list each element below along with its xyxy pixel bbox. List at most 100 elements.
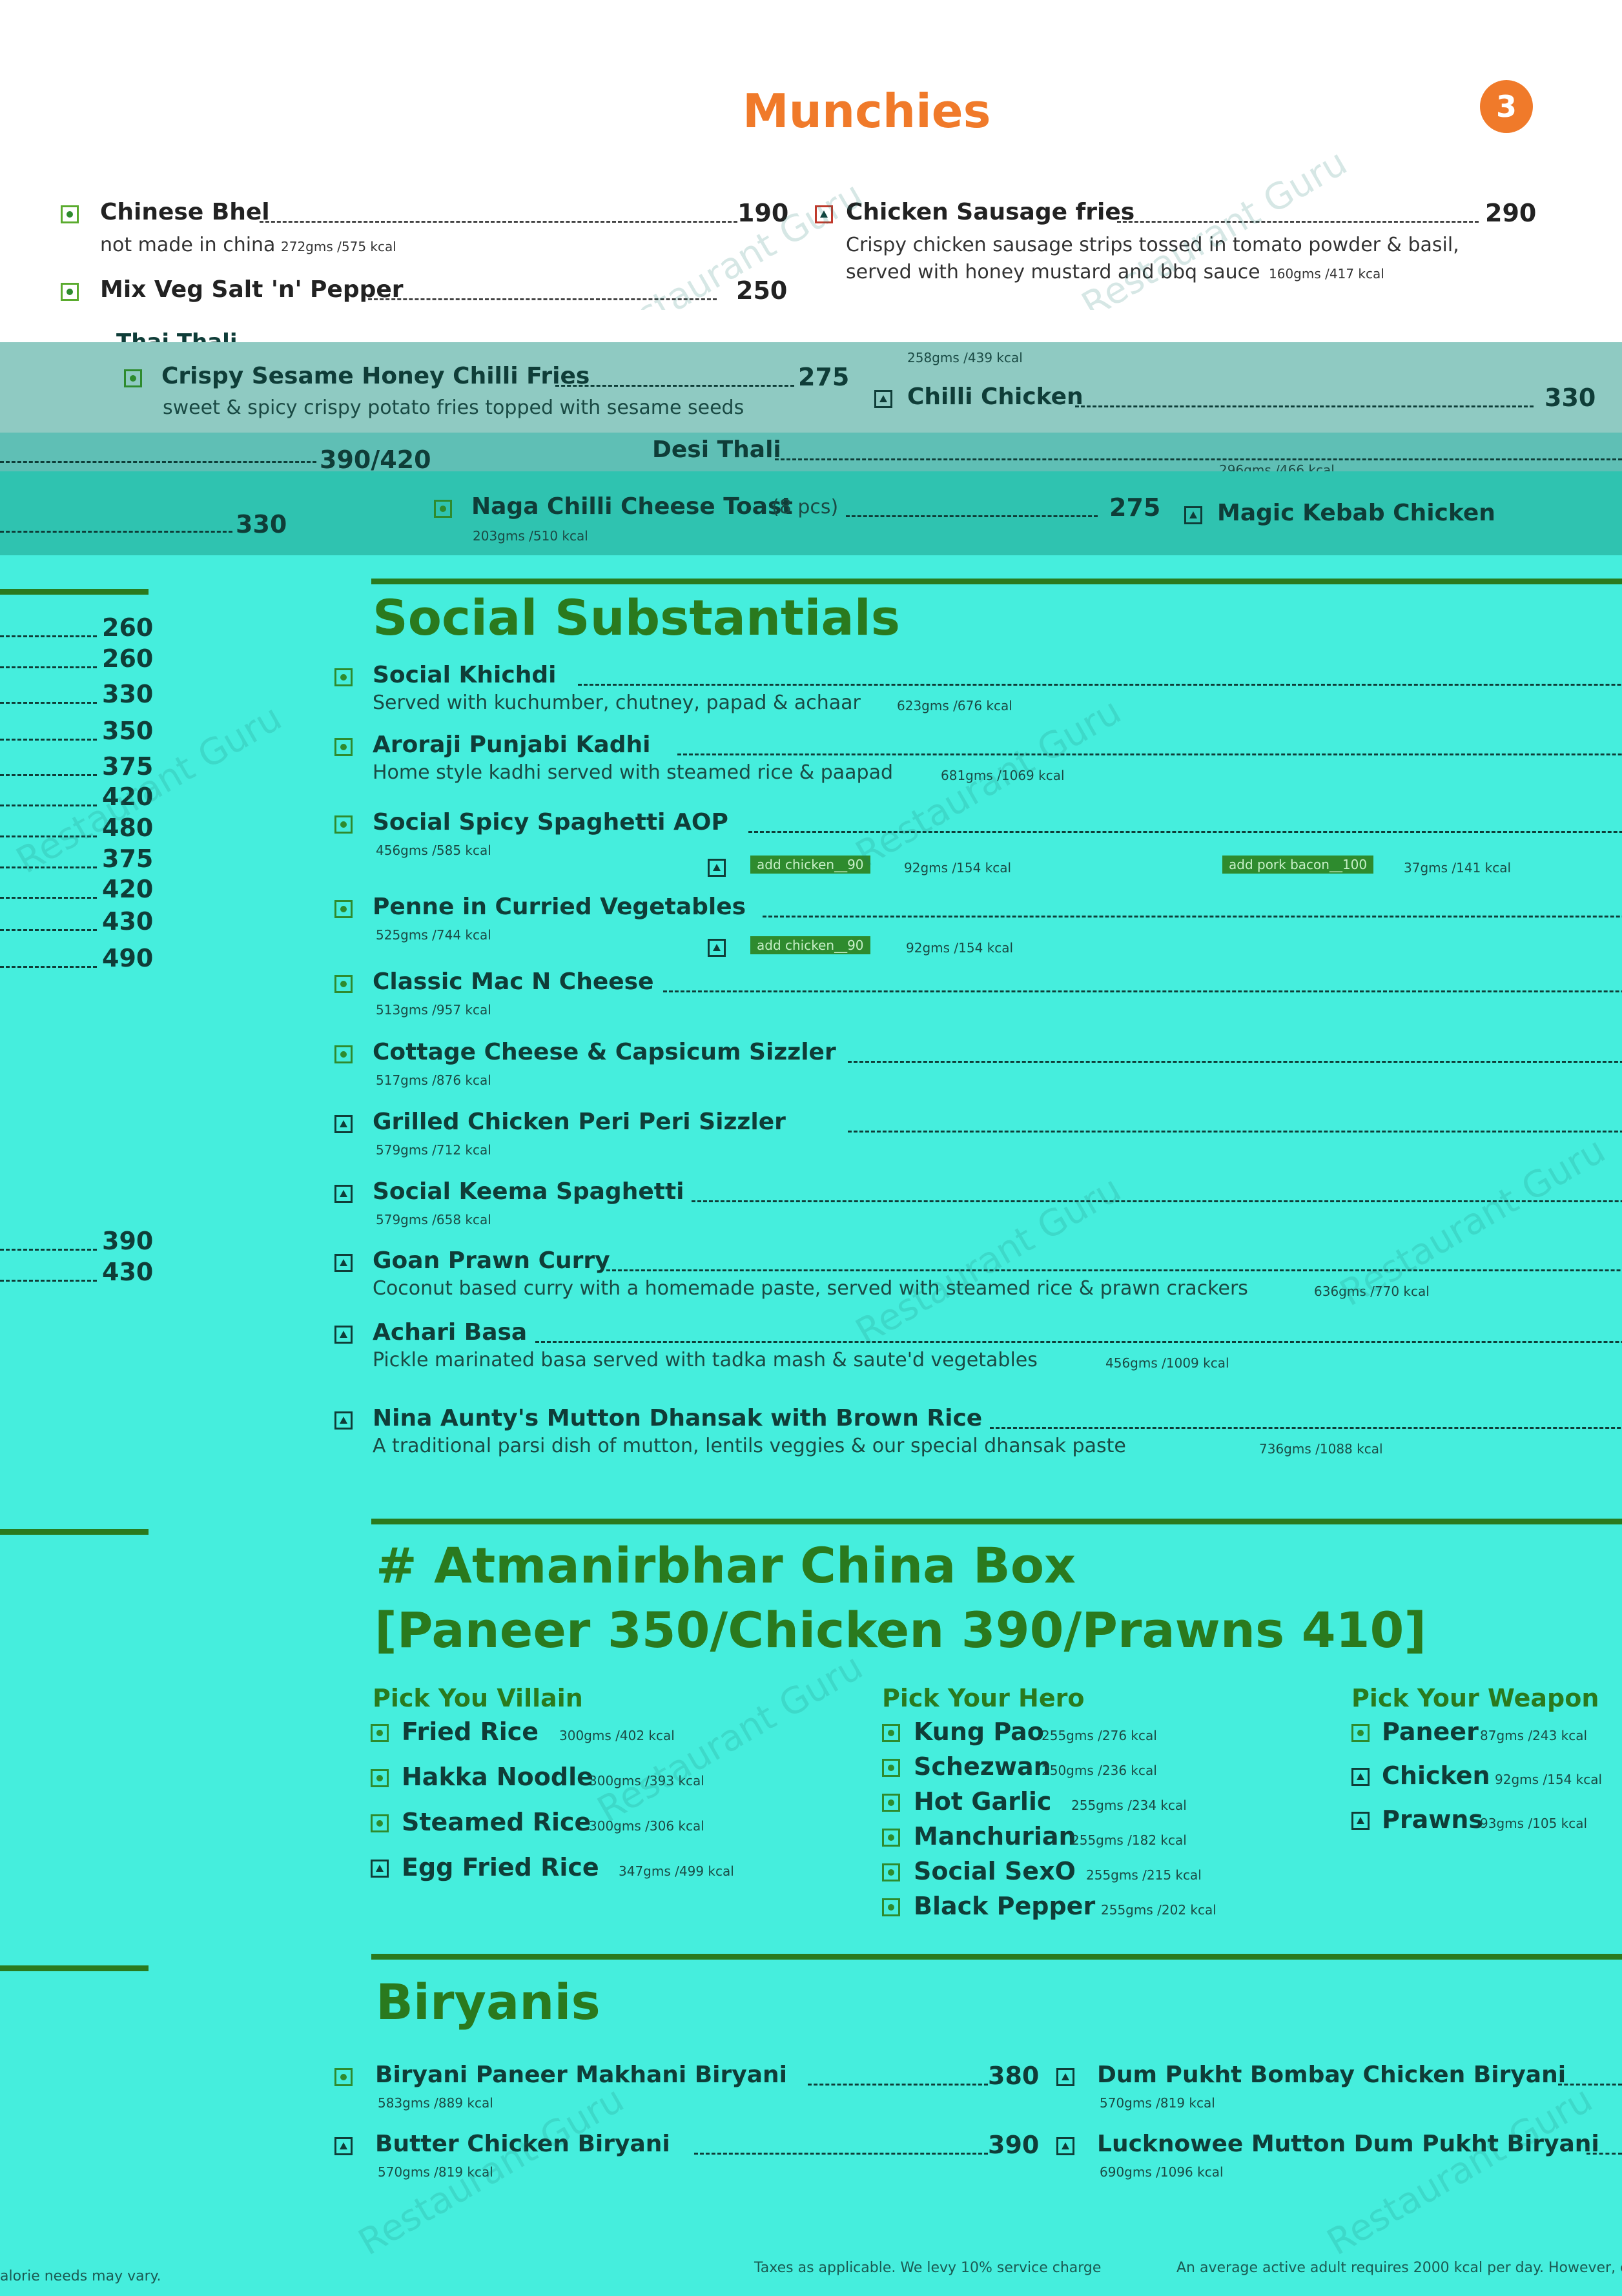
dot-leader bbox=[0, 929, 97, 931]
section-title-biryanis: Biryanis bbox=[376, 1973, 601, 2031]
china-villain-name: Egg Fried Rice bbox=[402, 1853, 599, 1881]
addon-calories: 92gms /154 kcal bbox=[906, 940, 1014, 956]
menu-item-price: 330 bbox=[102, 680, 154, 708]
menu-item-name: Cottage Cheese & Capsicum Sizzler bbox=[373, 1039, 836, 1065]
menu-item-calories: 579gms /658 kcal bbox=[376, 1212, 491, 1227]
non-veg-icon bbox=[1184, 506, 1202, 524]
menu-item-price: 330 bbox=[236, 510, 287, 538]
section-divider bbox=[371, 1519, 1622, 1524]
menu-item-calories: 623gms /676 kcal bbox=[897, 698, 1012, 713]
menu-item-name: Nina Aunty's Mutton Dhansak with Brown R… bbox=[373, 1405, 983, 1431]
non-veg-icon bbox=[334, 1326, 353, 1344]
scramble-strip: Naga Chilli Cheese Toast (8 pcs) 275 Mag… bbox=[0, 471, 1622, 555]
non-veg-icon bbox=[1056, 2137, 1074, 2155]
veg-icon bbox=[434, 500, 452, 518]
menu-item-price: 490 bbox=[102, 944, 154, 972]
menu-item-calories: 525gms /744 kcal bbox=[376, 927, 491, 943]
non-veg-icon bbox=[708, 859, 726, 877]
section-divider bbox=[0, 589, 149, 595]
veg-icon bbox=[1351, 1724, 1370, 1742]
scramble-strip: Crispy Sesame Honey Chilli Fries 275 swe… bbox=[0, 342, 1622, 446]
menu-item-calories: 517gms /876 kcal bbox=[376, 1072, 491, 1088]
menu-item-calories: 93gms /105 kcal bbox=[1480, 1816, 1588, 1831]
menu-item-price: 390/420 bbox=[320, 446, 431, 471]
menu-item-desc: Pickle marinated basa served with tadka … bbox=[373, 1349, 1038, 1371]
menu-item-price: 420 bbox=[102, 875, 154, 903]
menu-item-calories: 255gms /276 kcal bbox=[1042, 1728, 1157, 1743]
menu-item-desc: not made in china bbox=[100, 234, 276, 256]
non-veg-icon bbox=[334, 1115, 353, 1133]
non-veg-icon bbox=[874, 390, 892, 408]
dot-leader bbox=[1586, 2153, 1622, 2155]
dot-leader bbox=[848, 1061, 1622, 1063]
dot-leader bbox=[0, 635, 97, 637]
china-hero-name: Schezwan bbox=[914, 1752, 1051, 1781]
non-veg-icon bbox=[334, 2137, 353, 2155]
dot-leader bbox=[677, 753, 1622, 755]
menu-item-name: Dum Pukht Bombay Chicken Biryani bbox=[1097, 2062, 1566, 2088]
watermark: Restaurant Guru bbox=[1074, 141, 1355, 310]
non-veg-icon bbox=[1351, 1812, 1370, 1830]
dot-leader bbox=[0, 531, 232, 533]
dot-leader bbox=[694, 2153, 988, 2155]
menu-item-calories: 203gms /510 kcal bbox=[473, 528, 588, 544]
menu-item-calories: 300gms /402 kcal bbox=[559, 1728, 675, 1743]
veg-icon bbox=[882, 1759, 900, 1777]
menu-item-price: 330 bbox=[1545, 384, 1596, 412]
section-divider bbox=[371, 1954, 1622, 1960]
addon-calories: 92gms /154 kcal bbox=[904, 860, 1012, 876]
scrambled-band: Thai Thali Crispy Sesame Honey Chilli Fr… bbox=[0, 310, 1622, 555]
dot-leader bbox=[0, 1249, 97, 1251]
dot-leader bbox=[606, 1269, 1622, 1271]
addon-calories: 37gms /141 kcal bbox=[1404, 860, 1512, 876]
china-villain-name: Steamed Rice bbox=[402, 1808, 591, 1836]
menu-item-calories: 456gms /585 kcal bbox=[376, 843, 491, 858]
china-villain-name: Hakka Noodle bbox=[402, 1763, 593, 1791]
non-veg-icon bbox=[334, 1185, 353, 1203]
dot-leader bbox=[0, 461, 316, 463]
hero-title: Pick Your Hero bbox=[882, 1684, 1085, 1712]
scramble-strip: 390/420 Desi Thali 296gms /466 kcal bbox=[0, 433, 1622, 471]
menu-item-price: 350 bbox=[102, 717, 154, 745]
page-number: 3 bbox=[1495, 89, 1517, 124]
veg-icon bbox=[371, 1724, 389, 1742]
menu-item-price: 290 bbox=[1485, 199, 1537, 227]
addon-chicken-tag: add chicken__90 bbox=[750, 856, 870, 874]
dot-leader bbox=[0, 897, 97, 899]
villain-title: Pick You Villain bbox=[373, 1684, 583, 1712]
menu-item-name: Chicken Sausage fries bbox=[846, 199, 1135, 225]
menu-item-name: Chinese Bhel bbox=[100, 199, 270, 225]
non-veg-icon bbox=[334, 1411, 353, 1430]
menu-item-desc: A traditional parsi dish of mutton, lent… bbox=[373, 1435, 1126, 1457]
footer-note-left: alorie needs may vary. bbox=[0, 2268, 161, 2284]
menu-item-calories: 250gms /236 kcal bbox=[1042, 1763, 1157, 1778]
veg-icon bbox=[882, 1724, 900, 1742]
menu-item-name: Social Khichdi bbox=[373, 662, 557, 688]
non-veg-icon bbox=[708, 939, 726, 957]
non-veg-icon bbox=[371, 1860, 389, 1878]
veg-icon bbox=[334, 738, 353, 756]
footer-note-tax: Taxes as applicable. We levy 10% service… bbox=[754, 2260, 1102, 2276]
addon-bacon-tag: add pork bacon__100 bbox=[1222, 856, 1374, 874]
veg-icon bbox=[334, 668, 353, 686]
china-hero-name: Social SexO bbox=[914, 1857, 1076, 1885]
watermark: Restaurant Guru bbox=[1320, 2078, 1600, 2264]
menu-item-name: Achari Basa bbox=[373, 1319, 528, 1346]
watermark: Restaurant Guru bbox=[590, 173, 870, 310]
menu-item-calories: 255gms /215 kcal bbox=[1086, 1867, 1202, 1883]
watermark: Restaurant Guru bbox=[1333, 1129, 1613, 1315]
section-title-social: Social Substantials bbox=[373, 589, 900, 646]
menu-item-name: Naga Chilli Cheese Toast bbox=[471, 493, 793, 520]
menu-item-name: Thai Thali bbox=[116, 329, 238, 342]
footer-note-kcal: An average active adult requires 2000 kc… bbox=[1176, 2260, 1622, 2276]
weapon-title: Pick Your Weapon bbox=[1351, 1684, 1599, 1712]
veg-icon bbox=[334, 1045, 353, 1063]
menu-item-calories: 272gms /575 kcal bbox=[281, 239, 396, 254]
menu-item-name: Mix Veg Salt 'n' Pepper bbox=[100, 276, 404, 303]
veg-icon bbox=[124, 369, 142, 387]
menu-item-price: 390 bbox=[988, 2131, 1040, 2159]
dot-leader bbox=[846, 515, 1098, 517]
dot-leader bbox=[555, 385, 794, 387]
veg-icon bbox=[334, 975, 353, 993]
menu-item-calories: 255gms /202 kcal bbox=[1101, 1902, 1216, 1918]
